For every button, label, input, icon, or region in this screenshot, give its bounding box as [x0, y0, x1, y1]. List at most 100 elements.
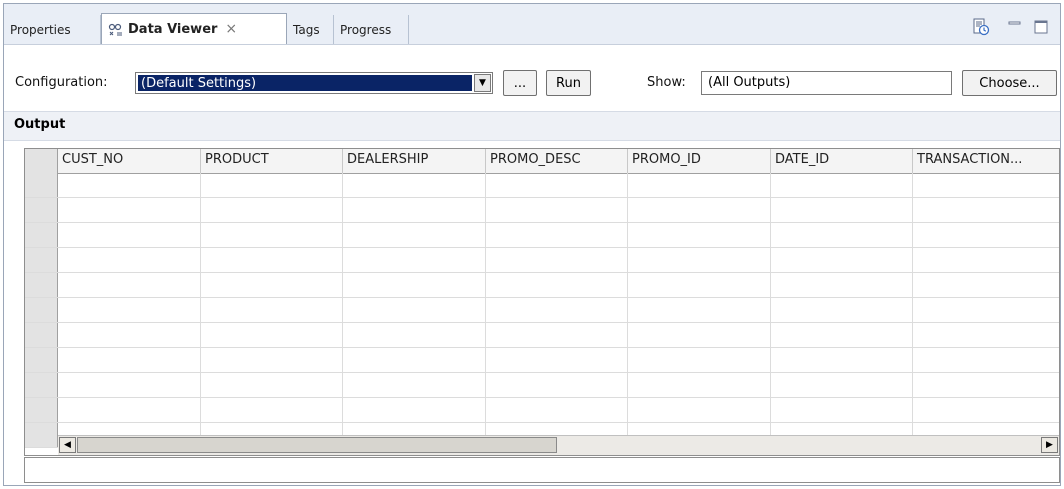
table-cell[interactable]: [201, 173, 343, 197]
column-header[interactable]: TRANSACTION...: [913, 149, 1059, 173]
table-row[interactable]: [25, 198, 1059, 223]
row-header[interactable]: [25, 273, 58, 297]
table-cell[interactable]: [201, 248, 343, 272]
tab-data-viewer[interactable]: Data Viewer ×: [101, 13, 287, 44]
row-header[interactable]: [25, 173, 58, 197]
table-cell[interactable]: [58, 323, 201, 347]
history-icon[interactable]: [970, 16, 992, 38]
table-cell[interactable]: [486, 323, 628, 347]
row-header[interactable]: [25, 248, 58, 272]
column-header[interactable]: PROMO_DESC: [486, 149, 628, 173]
table-row[interactable]: [25, 348, 1059, 373]
table-cell[interactable]: [201, 373, 343, 397]
table-cell[interactable]: [771, 373, 913, 397]
run-button[interactable]: Run: [546, 70, 591, 96]
table-cell[interactable]: [913, 248, 1059, 272]
table-cell[interactable]: [58, 198, 201, 222]
table-cell[interactable]: [771, 198, 913, 222]
row-header[interactable]: [25, 198, 58, 222]
table-cell[interactable]: [771, 323, 913, 347]
table-cell[interactable]: [58, 173, 201, 197]
maximize-icon[interactable]: [1030, 16, 1052, 38]
row-header[interactable]: [25, 348, 58, 372]
table-cell[interactable]: [628, 273, 771, 297]
table-row[interactable]: [25, 298, 1059, 323]
table-cell[interactable]: [343, 298, 486, 322]
table-cell[interactable]: [628, 323, 771, 347]
table-cell[interactable]: [58, 373, 201, 397]
table-row[interactable]: [25, 173, 1059, 198]
table-cell[interactable]: [58, 298, 201, 322]
table-cell[interactable]: [58, 248, 201, 272]
table-cell[interactable]: [58, 398, 201, 422]
minimize-icon[interactable]: [1004, 16, 1026, 38]
table-cell[interactable]: [913, 323, 1059, 347]
table-cell[interactable]: [343, 273, 486, 297]
table-cell[interactable]: [913, 298, 1059, 322]
column-header[interactable]: PROMO_ID: [628, 149, 771, 173]
table-cell[interactable]: [201, 398, 343, 422]
table-cell[interactable]: [913, 173, 1059, 197]
table-cell[interactable]: [201, 323, 343, 347]
choose-button[interactable]: Choose...: [962, 70, 1057, 96]
table-cell[interactable]: [343, 248, 486, 272]
tab-progress[interactable]: Progress: [334, 15, 409, 44]
table-cell[interactable]: [201, 198, 343, 222]
table-cell[interactable]: [201, 298, 343, 322]
table-cell[interactable]: [771, 223, 913, 247]
table-cell[interactable]: [628, 373, 771, 397]
column-header[interactable]: DEALERSHIP: [343, 149, 486, 173]
table-cell[interactable]: [913, 398, 1059, 422]
configuration-select[interactable]: (Default Settings) ▼: [135, 72, 493, 94]
row-header[interactable]: [25, 223, 58, 247]
table-cell[interactable]: [58, 273, 201, 297]
table-cell[interactable]: [486, 223, 628, 247]
table-cell[interactable]: [343, 173, 486, 197]
scrollbar-thumb[interactable]: [77, 437, 557, 453]
row-header[interactable]: [25, 398, 58, 422]
scroll-right-icon[interactable]: ▶: [1041, 437, 1058, 453]
table-cell[interactable]: [343, 198, 486, 222]
table-cell[interactable]: [486, 248, 628, 272]
table-cell[interactable]: [913, 348, 1059, 372]
ellipsis-button[interactable]: ...: [503, 70, 537, 96]
table-cell[interactable]: [771, 398, 913, 422]
table-cell[interactable]: [343, 323, 486, 347]
table-cell[interactable]: [486, 373, 628, 397]
table-cell[interactable]: [201, 348, 343, 372]
table-cell[interactable]: [343, 348, 486, 372]
grid-corner[interactable]: [25, 149, 58, 173]
table-row[interactable]: [25, 223, 1059, 248]
table-cell[interactable]: [486, 173, 628, 197]
column-header[interactable]: DATE_ID: [771, 149, 913, 173]
table-cell[interactable]: [913, 198, 1059, 222]
status-field[interactable]: [24, 457, 1060, 483]
table-cell[interactable]: [628, 223, 771, 247]
table-cell[interactable]: [771, 348, 913, 372]
table-row[interactable]: [25, 323, 1059, 348]
output-grid[interactable]: CUST_NO PRODUCT DEALERSHIP PROMO_DESC PR…: [24, 148, 1060, 456]
chevron-down-icon[interactable]: ▼: [474, 74, 491, 92]
tab-tags[interactable]: Tags: [287, 15, 334, 44]
row-header[interactable]: [25, 298, 58, 322]
table-cell[interactable]: [771, 248, 913, 272]
table-cell[interactable]: [771, 273, 913, 297]
table-cell[interactable]: [486, 348, 628, 372]
table-cell[interactable]: [913, 223, 1059, 247]
table-cell[interactable]: [628, 198, 771, 222]
table-cell[interactable]: [628, 398, 771, 422]
table-cell[interactable]: [628, 298, 771, 322]
table-row[interactable]: [25, 248, 1059, 273]
column-header[interactable]: PRODUCT: [201, 149, 343, 173]
table-cell[interactable]: [343, 223, 486, 247]
table-row[interactable]: [25, 273, 1059, 298]
table-cell[interactable]: [343, 398, 486, 422]
table-cell[interactable]: [486, 273, 628, 297]
row-header[interactable]: [25, 423, 58, 447]
tab-properties[interactable]: Properties: [4, 15, 101, 44]
table-row[interactable]: [25, 398, 1059, 423]
table-cell[interactable]: [913, 273, 1059, 297]
table-cell[interactable]: [628, 348, 771, 372]
table-cell[interactable]: [628, 173, 771, 197]
table-cell[interactable]: [58, 223, 201, 247]
